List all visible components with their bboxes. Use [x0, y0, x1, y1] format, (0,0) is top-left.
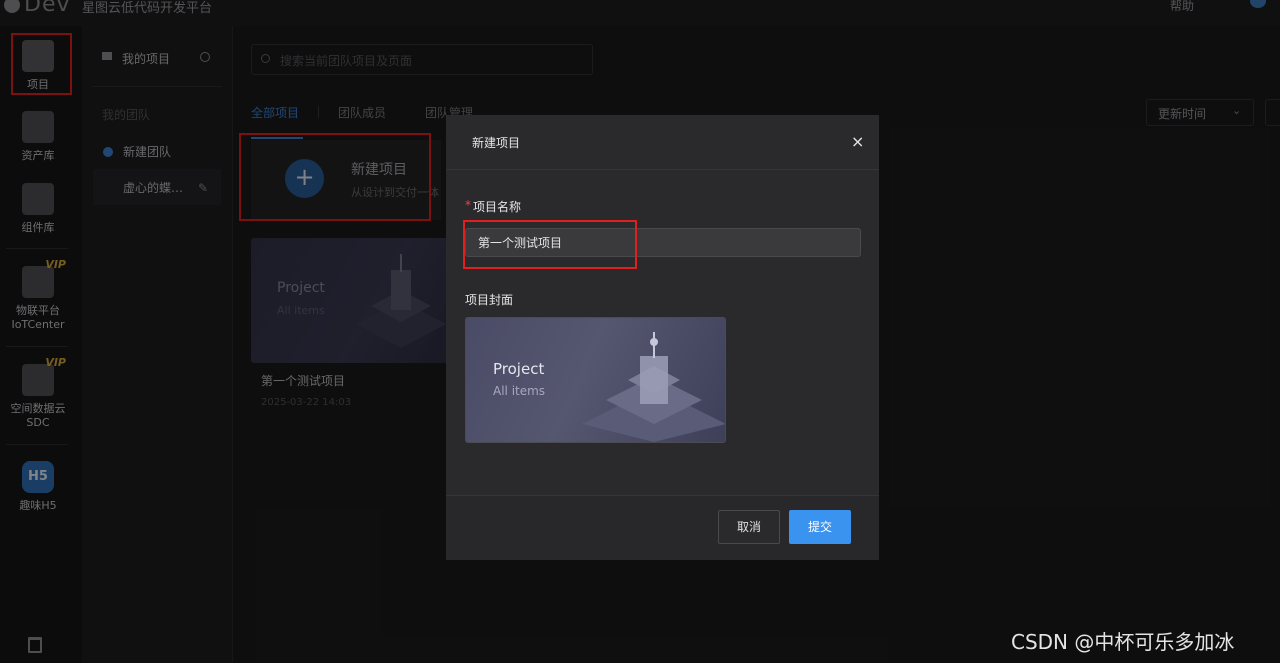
cube-illustration-icon — [582, 332, 725, 442]
project-cover-image[interactable]: Project All items — [465, 317, 726, 443]
cancel-button[interactable]: 取消 — [718, 510, 780, 544]
close-icon[interactable]: × — [851, 132, 864, 151]
watermark: CSDN @中杯可乐多加冰 — [1011, 630, 1235, 654]
cover-subtitle: All items — [493, 384, 546, 398]
project-name-label: 项目名称 — [473, 200, 522, 214]
cover-title: Project — [493, 360, 545, 378]
dialog-title: 新建项目 — [472, 136, 521, 150]
highlight-frame-project-name — [463, 220, 637, 269]
project-cover-label: 项目封面 — [465, 293, 514, 307]
required-mark: * — [465, 198, 471, 212]
new-project-dialog: 新建项目 × * 项目名称 项目封面 Project All items 取消 … — [446, 115, 879, 560]
submit-button[interactable]: 提交 — [789, 510, 851, 544]
